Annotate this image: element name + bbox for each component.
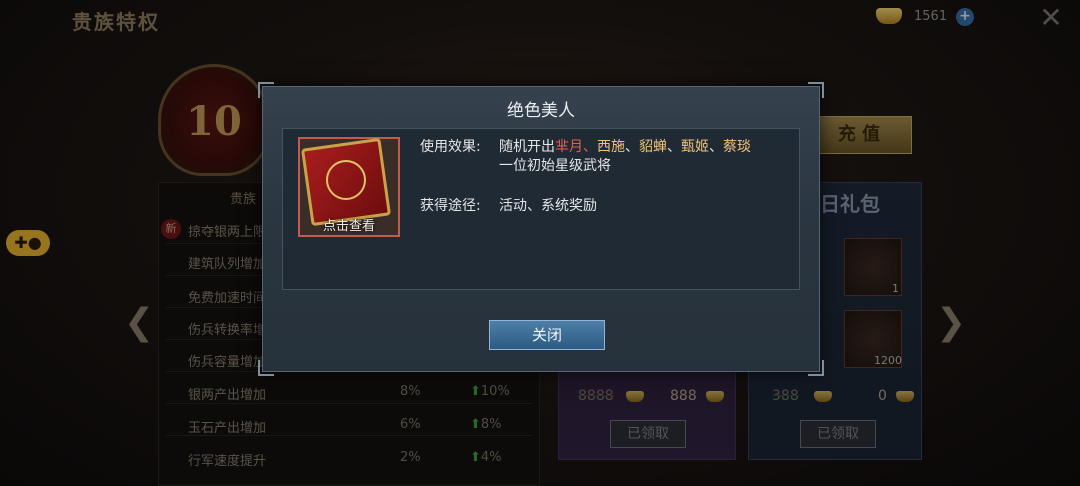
- name-separator: 、: [667, 139, 681, 155]
- effect-label: 使用效果:: [420, 139, 481, 155]
- dialog-corner-ornament: [808, 360, 824, 376]
- hero-name: 蔡琰: [723, 139, 751, 155]
- hero-name: 芈月: [555, 139, 583, 155]
- hero-name: 西施: [597, 139, 625, 155]
- close-dialog-button[interactable]: 关闭: [489, 320, 605, 350]
- dialog-title: 绝色美人: [507, 101, 575, 121]
- hero-name: 甄姬: [681, 139, 709, 155]
- name-separator: 、: [583, 139, 597, 155]
- hero-name: 貂蝉: [639, 139, 667, 155]
- obtain-label: 获得途径:: [420, 198, 481, 214]
- effect-description-line2: 一位初始星级武将: [499, 158, 611, 174]
- effect-description: 随机开出芈月、西施、貂蝉、甄姬、蔡琰: [499, 136, 751, 156]
- effect-prefix: 随机开出: [499, 139, 555, 155]
- book-emblem: [326, 160, 366, 200]
- name-separator: 、: [709, 139, 723, 155]
- obtain-description: 活动、系统奖励: [499, 198, 597, 214]
- name-separator: 、: [625, 139, 639, 155]
- dialog-corner-ornament: [258, 360, 274, 376]
- view-item-link[interactable]: 点击查看: [298, 215, 400, 234]
